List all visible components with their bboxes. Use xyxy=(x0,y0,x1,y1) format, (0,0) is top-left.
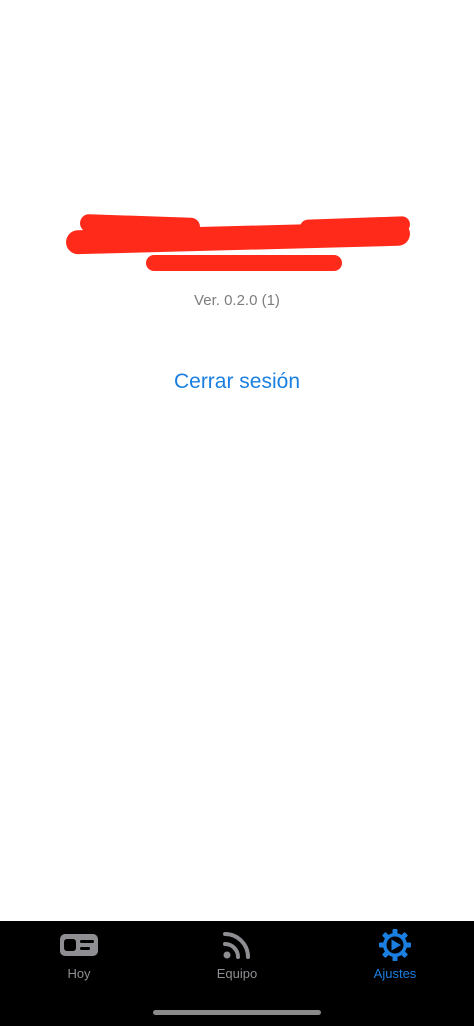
logout-button[interactable]: Cerrar sesión xyxy=(0,370,474,394)
feed-signal-icon xyxy=(217,929,257,961)
home-indicator xyxy=(153,1010,321,1015)
tab-label: Hoy xyxy=(67,966,91,981)
redaction-mark xyxy=(146,255,342,271)
settings-gear-icon xyxy=(375,929,415,961)
tab-bar: Hoy Equipo Ajustes xyxy=(0,921,474,1026)
tab-label: Equipo xyxy=(216,966,258,981)
tab-label: Ajustes xyxy=(373,966,417,981)
app-version: Ver. 0.2.0 (1) xyxy=(194,292,280,309)
tab-ajustes[interactable]: Ajustes xyxy=(316,929,474,991)
tab-equipo[interactable]: Equipo xyxy=(158,929,316,991)
tab-hoy[interactable]: Hoy xyxy=(0,929,158,991)
settings-screen: Ver. 0.2.0 (1) Cerrar sesión Hoy Equipo … xyxy=(0,0,474,1026)
today-card-icon xyxy=(59,929,99,961)
